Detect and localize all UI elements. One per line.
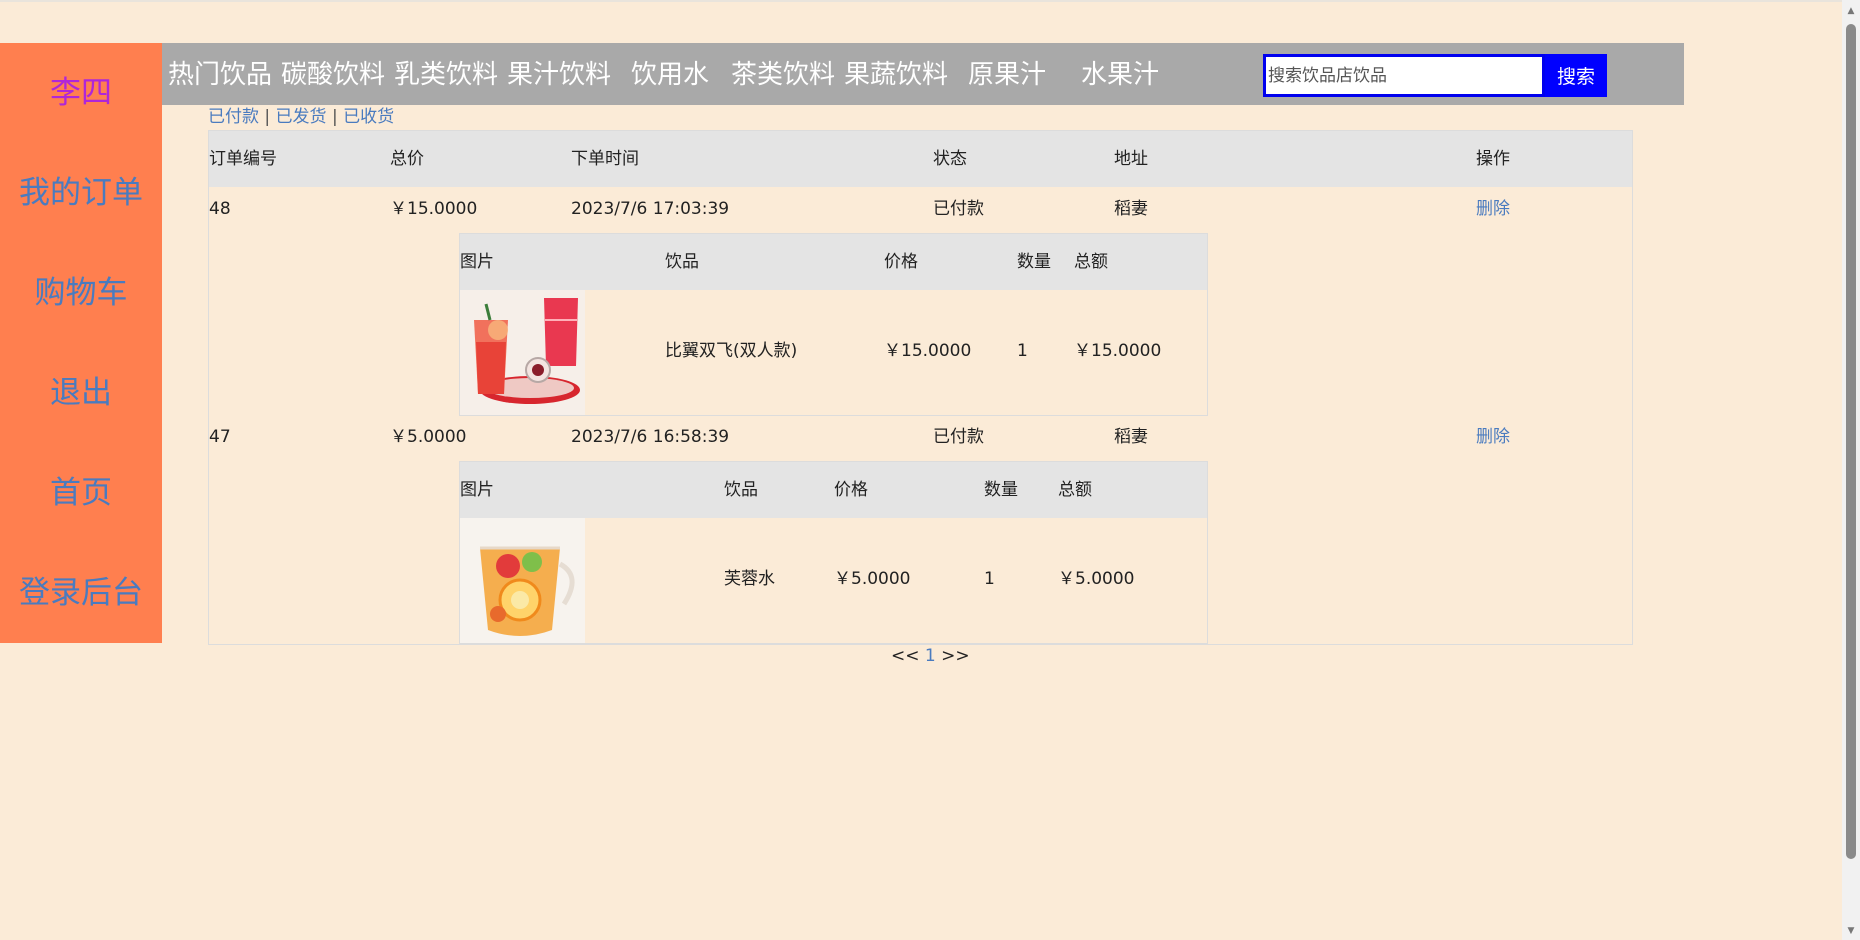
vertical-scrollbar[interactable]: ▲ ▼ — [1842, 0, 1860, 940]
sidebar-item-my-orders[interactable]: 我的订单 — [0, 173, 162, 213]
order-items-table: 图片 饮品 价格 数量 总额 芙蓉水 ￥5.0000 1 ￥5.0000 — [459, 461, 1208, 644]
order-status-filters: 已付款 | 已发货 | 已收货 — [208, 106, 394, 128]
pager-next[interactable]: >> — [941, 646, 970, 666]
sub-header-image: 图片 — [460, 252, 494, 272]
nav-item-juice[interactable]: 果汁饮料 — [507, 58, 611, 92]
scroll-up-icon[interactable]: ▲ — [1842, 2, 1860, 20]
pager-prev[interactable]: << — [891, 646, 920, 666]
order-time: 2023/7/6 17:03:39 — [571, 199, 730, 219]
order-items-header: 图片 饮品 价格 数量 总额 — [460, 462, 1207, 518]
sub-header-quantity: 数量 — [1017, 252, 1051, 272]
orders-table-header: 订单编号 总价 下单时间 状态 地址 操作 — [209, 131, 1632, 187]
sub-header-drink: 饮品 — [665, 252, 699, 272]
order-status: 已付款 — [933, 427, 984, 447]
order-address: 稻妻 — [1114, 199, 1148, 219]
filter-received-link[interactable]: 已收货 — [343, 107, 394, 127]
drink-amount: ￥15.0000 — [1074, 341, 1162, 361]
nav-item-raw-juice[interactable]: 原果汁 — [968, 58, 1046, 92]
top-strip — [0, 0, 1842, 2]
sidebar-item-cart[interactable]: 购物车 — [0, 273, 162, 313]
order-items-table: 图片 饮品 价格 数量 总额 比翼双飞(双人款) ￥15.0000 1 ￥15.… — [459, 233, 1208, 416]
order-status: 已付款 — [933, 199, 984, 219]
header-order-id: 订单编号 — [209, 149, 277, 169]
search-button[interactable]: 搜索 — [1545, 54, 1607, 97]
sub-header-image: 图片 — [460, 480, 494, 500]
sidebar: 李四 我的订单 购物车 退出 首页 登录后台 — [0, 43, 162, 643]
filter-shipped-link[interactable]: 已发货 — [276, 107, 327, 127]
sub-header-price: 价格 — [884, 252, 918, 272]
drink-name: 比翼双飞(双人款) — [665, 341, 798, 361]
nav-item-dairy[interactable]: 乳类饮料 — [394, 58, 498, 92]
sub-header-amount: 总额 — [1058, 480, 1092, 500]
search-input[interactable] — [1263, 54, 1545, 97]
drink-price: ￥5.0000 — [834, 569, 911, 589]
filter-separator: | — [264, 107, 271, 127]
sidebar-item-admin-login[interactable]: 登录后台 — [0, 573, 162, 613]
scroll-down-icon[interactable]: ▼ — [1842, 922, 1860, 940]
sidebar-item-logout[interactable]: 退出 — [0, 373, 162, 413]
order-items-header: 图片 饮品 价格 数量 总额 — [460, 234, 1207, 290]
nav-item-fruit-veg[interactable]: 果蔬饮料 — [844, 58, 948, 92]
orange-tea-photo — [460, 518, 585, 643]
nav-item-carbonated[interactable]: 碳酸饮料 — [281, 58, 385, 92]
header-address: 地址 — [1114, 149, 1148, 169]
order-address: 稻妻 — [1114, 427, 1148, 447]
sub-header-price: 价格 — [834, 480, 868, 500]
pagination: << 1 >> — [891, 645, 970, 667]
nav-item-hot-drinks[interactable]: 热门饮品 — [168, 58, 272, 92]
drink-quantity: 1 — [984, 569, 995, 589]
header-total: 总价 — [390, 149, 424, 169]
order-id: 47 — [209, 427, 231, 447]
scrollbar-thumb[interactable] — [1846, 24, 1856, 859]
drink-image — [460, 290, 585, 415]
orders-table: 订单编号 总价 下单时间 状态 地址 操作 48 ￥15.0000 2023/7… — [208, 130, 1633, 645]
sub-header-amount: 总额 — [1074, 252, 1108, 272]
filter-paid-link[interactable]: 已付款 — [208, 107, 259, 127]
header-status: 状态 — [933, 149, 967, 169]
drink-amount: ￥5.0000 — [1058, 569, 1135, 589]
order-id: 48 — [209, 199, 231, 219]
filter-separator: | — [331, 107, 338, 127]
drink-price: ￥15.0000 — [884, 341, 972, 361]
drink-image — [460, 518, 585, 643]
nav-item-tea[interactable]: 茶类饮料 — [731, 58, 835, 92]
delete-order-button[interactable]: 删除 — [1476, 426, 1510, 448]
sub-header-drink: 饮品 — [724, 480, 758, 500]
header-action: 操作 — [1476, 149, 1510, 169]
nav-item-fruit-juice[interactable]: 水果汁 — [1081, 58, 1159, 92]
order-total: ￥5.0000 — [390, 427, 467, 447]
order-total: ￥15.0000 — [390, 199, 478, 219]
sub-header-quantity: 数量 — [984, 480, 1018, 500]
drink-name: 芙蓉水 — [724, 569, 775, 589]
nav-item-water[interactable]: 饮用水 — [631, 58, 709, 92]
header-order-time: 下单时间 — [571, 149, 639, 169]
drink-quantity: 1 — [1017, 341, 1028, 361]
red-drinks-photo — [460, 290, 585, 415]
order-time: 2023/7/6 16:58:39 — [571, 427, 730, 447]
sidebar-item-home[interactable]: 首页 — [0, 473, 162, 513]
pager-page-1[interactable]: 1 — [925, 646, 936, 666]
delete-order-button[interactable]: 删除 — [1476, 198, 1510, 220]
sidebar-user-name[interactable]: 李四 — [0, 73, 162, 113]
